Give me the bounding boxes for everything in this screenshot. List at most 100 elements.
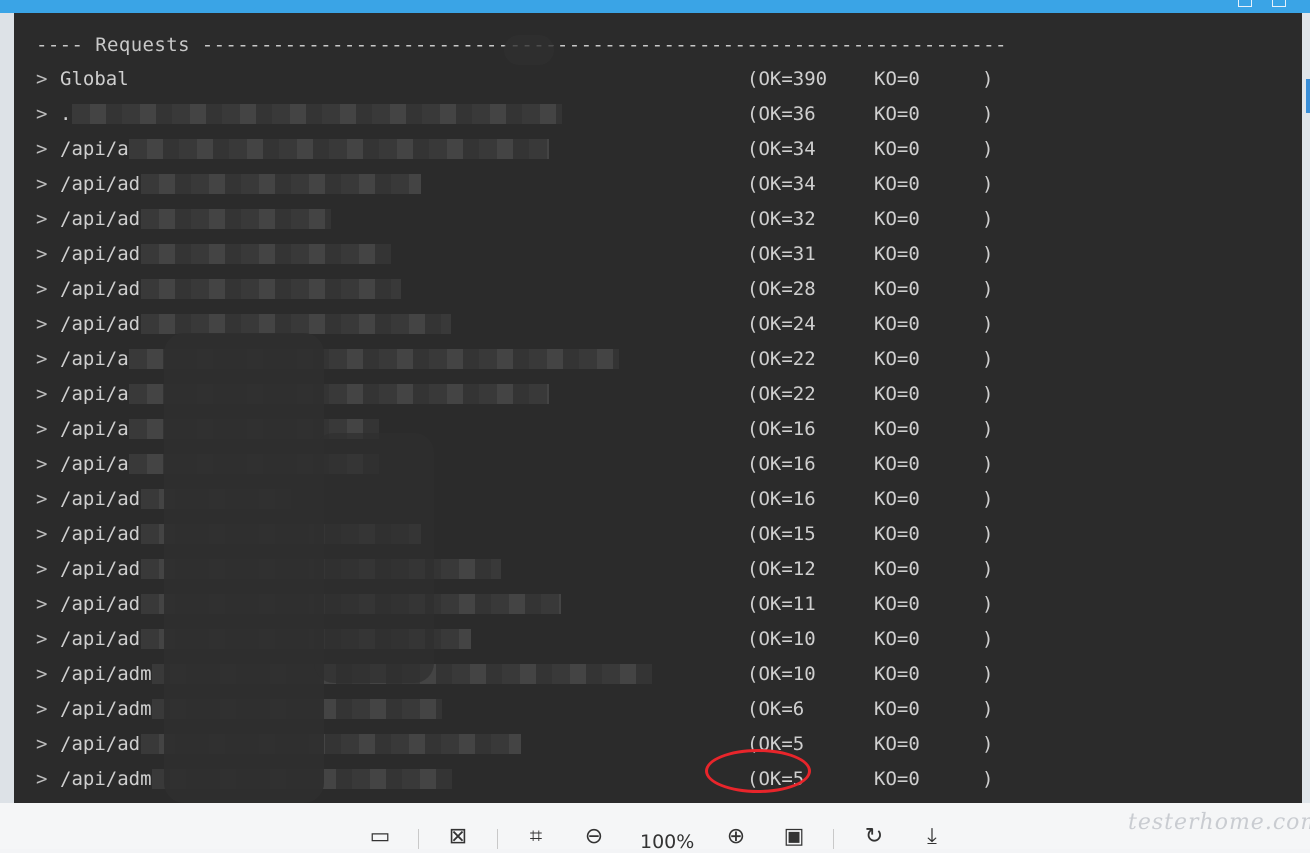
ok-count: (OK=15 [747, 523, 816, 545]
ok-count: (OK=16 [747, 418, 816, 440]
chevron-right-icon[interactable]: > [36, 167, 47, 202]
ko-count: KO=0 [874, 173, 920, 195]
ko-count: KO=0 [874, 733, 920, 755]
request-row[interactable]: >. (OK=36 KO=0) [36, 97, 1036, 132]
ko-count: KO=0 [874, 278, 920, 300]
ok-count: (OK=34 [747, 138, 816, 160]
chevron-right-icon[interactable]: > [36, 517, 47, 552]
redacted-path [140, 314, 451, 334]
request-row[interactable]: > /api/a (OK=34 KO=0) [36, 132, 1036, 167]
chevron-right-icon[interactable]: > [36, 272, 47, 307]
redacted-path [140, 244, 391, 264]
closing-paren: ) [982, 558, 994, 580]
closing-paren: ) [982, 698, 994, 720]
ko-count: KO=0 [874, 558, 920, 580]
redacted-path [129, 139, 549, 159]
ko-count: KO=0 [874, 208, 920, 230]
ko-count: KO=0 [874, 523, 920, 545]
ko-count: KO=0 [874, 628, 920, 650]
closing-paren: ) [982, 313, 994, 335]
request-row[interactable]: > /api/ad (OK=32 KO=0) [36, 202, 1036, 237]
close-icon[interactable] [1272, 0, 1286, 7]
request-row[interactable]: > /api/ad (OK=34 KO=0) [36, 167, 1036, 202]
closing-paren: ) [982, 383, 994, 405]
closing-paren: ) [982, 243, 994, 265]
chevron-right-icon[interactable]: > [36, 412, 47, 447]
chevron-right-icon[interactable]: > [36, 447, 47, 482]
request-name: /api/ad [60, 243, 141, 265]
redaction-smudge [164, 333, 324, 803]
closing-paren: ) [982, 138, 994, 160]
chevron-right-icon[interactable]: > [36, 762, 47, 797]
chevron-right-icon[interactable]: > [36, 97, 47, 132]
ko-count: KO=0 [874, 68, 920, 90]
request-name: /api/ad [60, 488, 141, 510]
chevron-right-icon[interactable]: > [36, 692, 47, 727]
toolbar-separator [497, 829, 498, 849]
highlight-annotation [705, 749, 811, 793]
chevron-right-icon[interactable]: > [36, 622, 47, 657]
zoom-out-icon[interactable]: ⊖ [580, 825, 608, 849]
ok-count: (OK=31 [747, 243, 816, 265]
chevron-right-icon[interactable]: > [36, 727, 47, 762]
ok-count: (OK=12 [747, 558, 816, 580]
chevron-right-icon[interactable]: > [36, 342, 47, 377]
closing-paren: ) [982, 418, 994, 440]
request-name: /api/ad [60, 523, 141, 545]
request-row-global[interactable]: > Global (OK=390 KO=0) [36, 62, 1036, 97]
chevron-right-icon[interactable]: > [36, 62, 47, 97]
download-icon[interactable]: ⤓ [918, 825, 946, 849]
closing-paren: ) [982, 523, 994, 545]
ok-count: (OK=22 [747, 383, 816, 405]
ok-count: (OK=6 [747, 698, 805, 720]
ok-count: (OK=22 [747, 348, 816, 370]
request-row[interactable]: > /api/ad (OK=31 KO=0) [36, 237, 1036, 272]
toolbar-separator [418, 829, 419, 849]
ko-count: KO=0 [874, 313, 920, 335]
chevron-right-icon[interactable]: > [36, 307, 47, 342]
ko-count: KO=0 [874, 243, 920, 265]
ko-count: KO=0 [874, 418, 920, 440]
ko-count: KO=0 [874, 593, 920, 615]
closing-paren: ) [982, 103, 994, 125]
redacted-path [140, 174, 421, 194]
right-scrollbar[interactable] [1302, 13, 1310, 803]
zoom-in-icon[interactable]: ⊕ [722, 825, 750, 849]
closing-paren: ) [982, 663, 994, 685]
request-name: . [60, 103, 72, 125]
terminal-output: ---- Requests --------------------------… [14, 13, 1302, 803]
ko-count: KO=0 [874, 453, 920, 475]
chevron-right-icon[interactable]: > [36, 132, 47, 167]
scrollbar-thumb[interactable] [1306, 79, 1310, 113]
closing-paren: ) [982, 68, 994, 90]
restore-icon[interactable] [1238, 0, 1252, 7]
request-row[interactable]: > /api/ad (OK=28 KO=0) [36, 272, 1036, 307]
chevron-right-icon[interactable]: > [36, 237, 47, 272]
closing-paren: ) [982, 208, 994, 230]
window-title-bar [0, 0, 1310, 20]
closing-paren: ) [982, 348, 994, 370]
ok-count: (OK=11 [747, 593, 816, 615]
chevron-right-icon[interactable]: > [36, 587, 47, 622]
chevron-right-icon[interactable]: > [36, 202, 47, 237]
request-name: /api/a [60, 453, 129, 475]
fit-page-icon[interactable]: ⌗ [522, 825, 550, 849]
fit-width-icon[interactable]: ⊠ [444, 825, 472, 849]
actual-size-icon[interactable]: ▣ [780, 825, 808, 849]
toolbar-separator [833, 829, 834, 849]
closing-paren: ) [982, 173, 994, 195]
rotate-icon[interactable]: ↻ [860, 825, 888, 849]
chevron-right-icon[interactable]: > [36, 657, 47, 692]
ok-count: (OK=28 [747, 278, 816, 300]
screen-icon[interactable]: ▭ [366, 825, 394, 849]
request-name: /api/ad [60, 208, 141, 230]
ok-count: (OK=10 [747, 628, 816, 650]
ko-count: KO=0 [874, 663, 920, 685]
redaction-smudge [504, 35, 554, 65]
chevron-right-icon[interactable]: > [36, 552, 47, 587]
request-name: /api/a [60, 383, 129, 405]
ok-count: (OK=390 [747, 68, 828, 90]
closing-paren: ) [982, 453, 994, 475]
chevron-right-icon[interactable]: > [36, 482, 47, 517]
chevron-right-icon[interactable]: > [36, 377, 47, 412]
